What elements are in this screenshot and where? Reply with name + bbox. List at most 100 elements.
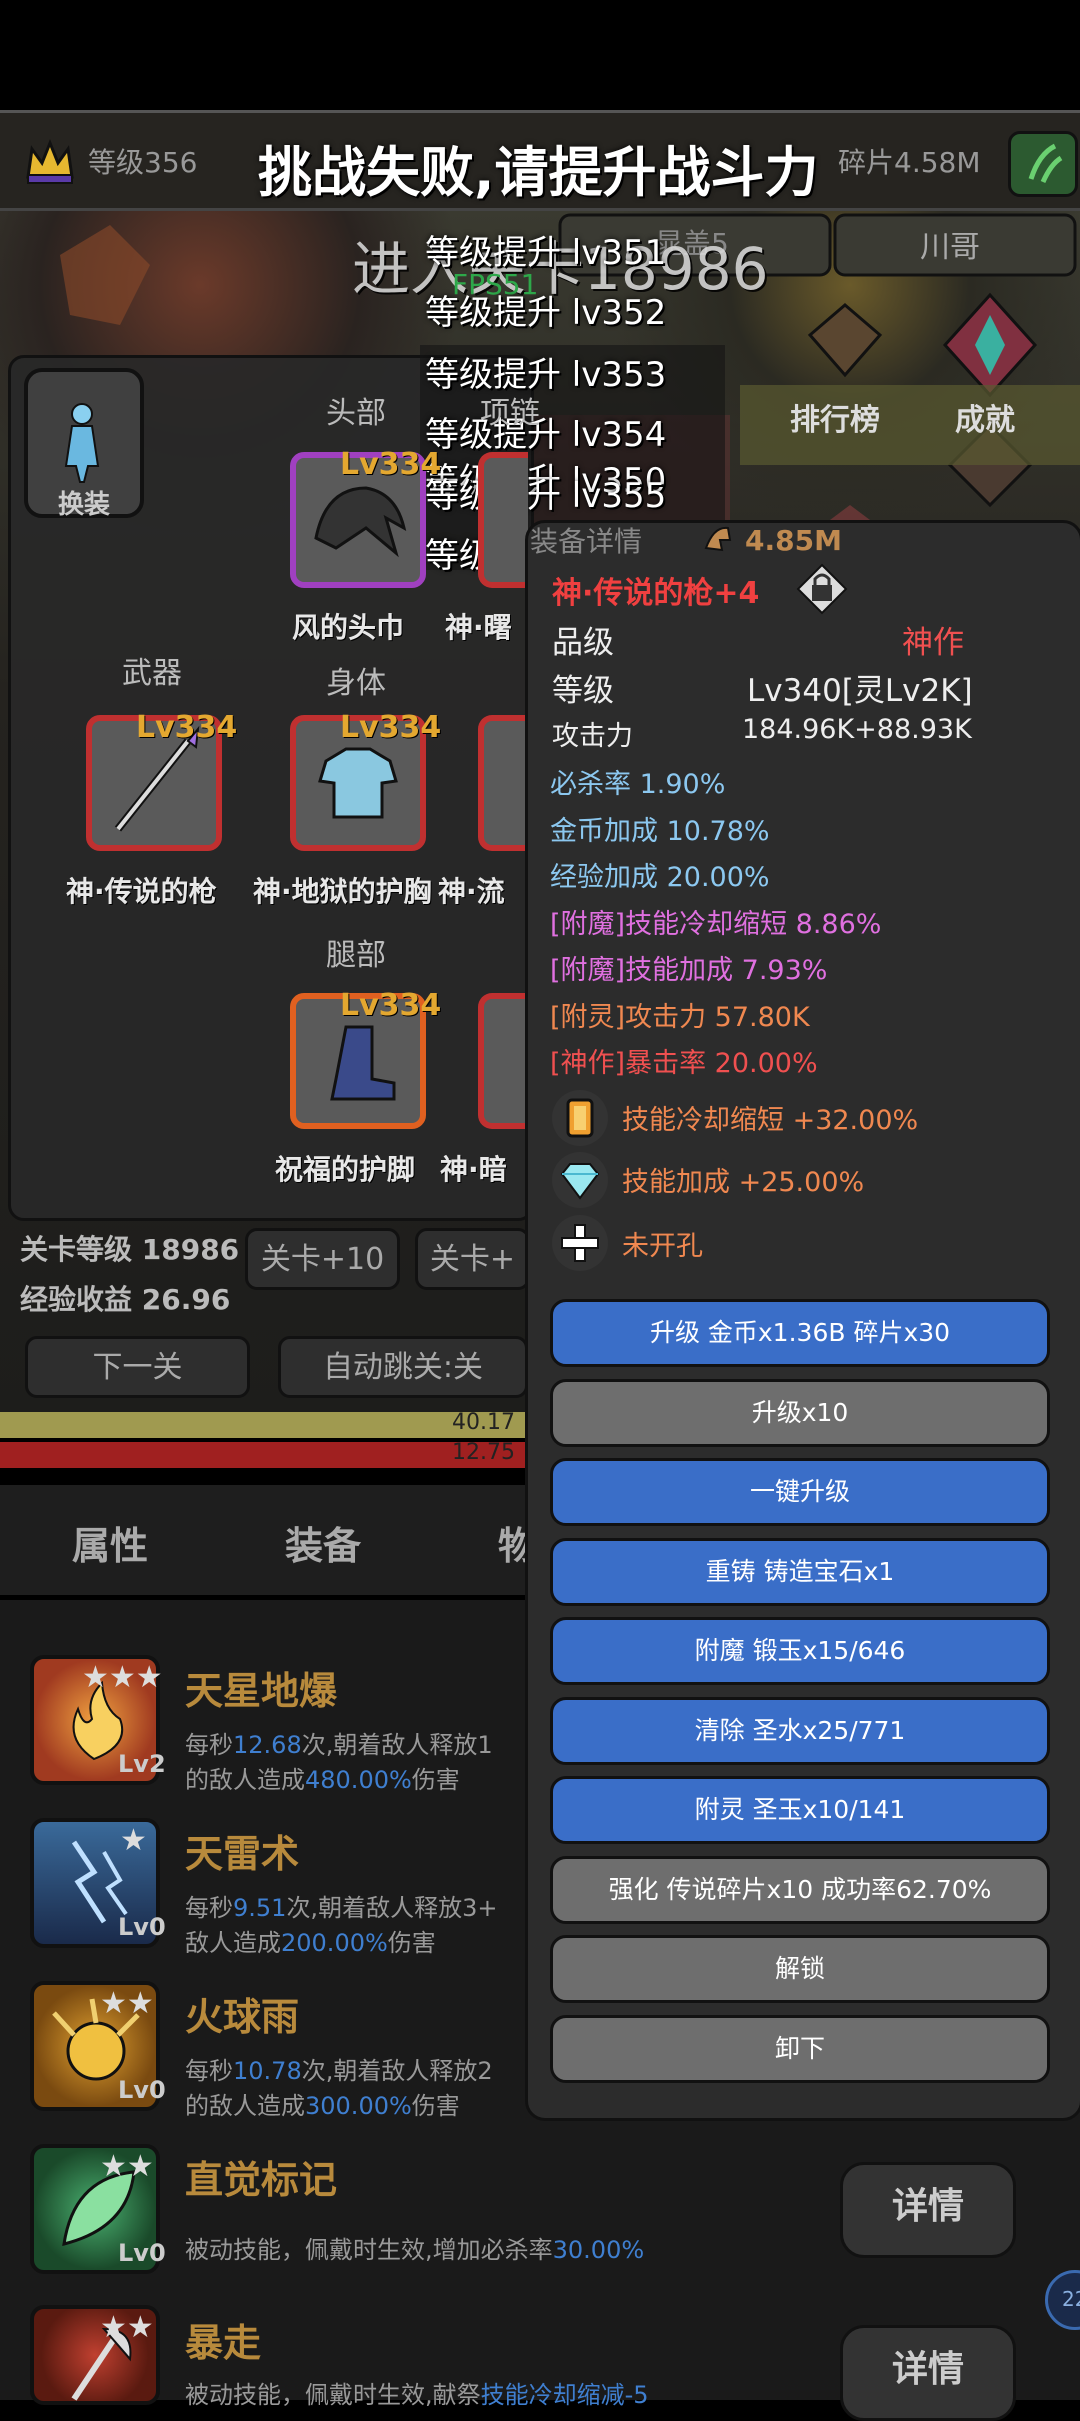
tab-attributes[interactable]: 属性 (72, 1515, 148, 1570)
level-up-message: 等级提升 lv353 (425, 355, 667, 395)
floating-badge-text: 22 (1062, 2287, 1080, 2311)
skill-name: 天星地爆 (185, 1669, 338, 1713)
change-outfit-button[interactable]: 换装 (24, 368, 144, 520)
action-button[interactable]: 一键升级 (550, 1458, 1050, 1526)
diamond-icon (552, 1152, 608, 1208)
level-value: Lv340[灵Lv2K] (747, 673, 973, 709)
stage-plus-10-button[interactable]: 关卡+10 (245, 1228, 400, 1290)
item-stat: 必杀率 1.90% (550, 769, 726, 800)
slot-level-legs: Lv334 (340, 988, 442, 1023)
gem-text: 技能加成 +25.00% (622, 1167, 865, 1198)
slot-name-body: 神·地狱的护胸 (253, 875, 432, 908)
level-up-message: 等级提升 lv354 (425, 415, 667, 455)
action-button[interactable]: 卸下 (550, 2014, 1050, 2083)
person-icon (64, 403, 100, 483)
action-button[interactable]: 解锁 (550, 1935, 1050, 2003)
slot-name-legs: 祝福的护脚 (275, 1153, 416, 1186)
slot-name-partial-2: 神·暗 (440, 1153, 507, 1186)
user-name-button[interactable]: 川哥 (920, 222, 980, 266)
achievement-label[interactable]: 成就 (955, 395, 1015, 439)
item-stat: [附灵]攻击力 57.80K (550, 1001, 810, 1033)
equip-slot-necklace[interactable] (478, 452, 528, 588)
menu-icon[interactable] (1008, 131, 1078, 197)
slot-name-necklace: 神·曙 (445, 611, 512, 644)
slot-level-weapon: Lv334 (136, 710, 238, 745)
action-button[interactable]: 重铸 铸造宝石x1 (550, 1537, 1050, 1606)
skill-stars: ★★ (100, 2310, 154, 2345)
stage-plus-button[interactable]: 关卡+ (415, 1228, 530, 1290)
slot-category-body: 身体 (326, 666, 386, 701)
skill-name: 火球雨 (185, 1995, 300, 2039)
tab-equipment[interactable]: 装备 (285, 1515, 361, 1570)
skill-stars: ★★★ (82, 1660, 163, 1695)
skill-level: Lv2 (118, 1750, 166, 1778)
skill-description: 每秒9.51次,朝着敌人释放3+ (185, 1894, 498, 1922)
equip-slot-partial[interactable] (478, 715, 528, 851)
skill-stars: ★★ (100, 2149, 154, 2184)
equip-slot-partial-2[interactable] (478, 993, 528, 1129)
slot-category-legs: 腿部 (326, 938, 386, 973)
skill-stars: ★ (120, 1823, 147, 1858)
grade-label: 品级 (552, 625, 614, 661)
player-level: 等级356 (88, 146, 198, 179)
skill-name: 暴走 (185, 2321, 262, 2365)
slot-category-weapon: 武器 (122, 656, 182, 691)
skill-description-line2: 的敌人造成300.00%伤害 (185, 2092, 460, 2120)
item-stat: 金币加成 10.78% (550, 815, 770, 847)
details-button[interactable]: 详情 (840, 2162, 1016, 2258)
orange-gem-icon (552, 1090, 608, 1146)
action-button[interactable]: 强化 传说碎片x10 成功率62.70% (550, 1855, 1050, 1924)
item-title: 神·传说的枪+4 (552, 576, 760, 611)
challenge-failed-message: 挑战失败,请提升战斗力 (258, 141, 819, 204)
status-area (0, 0, 1080, 110)
skill-description: 被动技能，佩戴时生效,增加必杀率30.00% (185, 2236, 645, 2264)
skill-name: 天雷术 (185, 1832, 300, 1876)
item-stat: 经验加成 20.00% (550, 862, 770, 893)
item-stat: [附魔]技能冷却缩短 8.86% (550, 908, 882, 940)
plus-icon[interactable] (552, 1215, 608, 1271)
auto-jump-toggle[interactable]: 自动跳关:关 (278, 1336, 528, 1398)
slot-name-head: 风的头巾 (292, 611, 405, 644)
slot-category-head: 头部 (326, 396, 386, 431)
change-outfit-label: 换装 (57, 490, 110, 520)
shard-count: 碎片4.58M (838, 146, 981, 179)
stage-level: 关卡等级 18986 (20, 1233, 240, 1266)
skill-description: 每秒12.68次,朝着敌人释放1 (185, 1731, 493, 1759)
grade-value: 神作 (902, 625, 964, 661)
next-stage-button[interactable]: 下一关 (25, 1336, 250, 1398)
skill-description: 每秒10.78次,朝着敌人释放2 (185, 2057, 493, 2085)
power-icon (700, 518, 740, 558)
level-up-message: 等级提升 lv355 (425, 476, 667, 516)
slot-name-partial: 神·流 (438, 875, 505, 908)
skill-level: Lv0 (118, 2076, 166, 2104)
ranking-label[interactable]: 排行榜 (790, 395, 880, 439)
skill-name: 直觉标记 (185, 2158, 338, 2202)
attack-label: 攻击力 (552, 721, 633, 752)
popup-header-label: 装备详情 (530, 525, 643, 558)
attack-value: 184.96K+88.93K (742, 714, 972, 745)
slot-level-head: Lv334 (340, 447, 442, 482)
action-button[interactable]: 附灵 圣玉x10/141 (550, 1776, 1050, 1844)
level-up-message: 等级提升 lv352 (425, 293, 667, 333)
action-button[interactable]: 清除 圣水x25/771 (550, 1696, 1050, 1765)
gem-text: 未开孔 (622, 1231, 703, 1262)
skill-description-line2: 敌人造成200.00%伤害 (185, 1929, 436, 1957)
action-button[interactable]: 附魔 锻玉x15/646 (550, 1617, 1050, 1685)
skill-level: Lv0 (118, 2239, 166, 2267)
skill-stars: ★★ (100, 1986, 154, 2021)
skill-description: 被动技能，佩戴时生效,献祭技能冷却缩减-5 (185, 2381, 649, 2409)
slot-level-body: Lv334 (340, 710, 442, 745)
skill-description-line2: 的敌人造成480.00%伤害 (185, 1766, 460, 1794)
power-value: 4.85M (745, 524, 842, 557)
exp-bar-value: 40.17 (452, 1410, 515, 1435)
level-up-message: 等级提升 lv351 (425, 233, 667, 273)
slot-category-necklace: 项链 (480, 396, 540, 431)
lock-icon[interactable] (796, 563, 848, 615)
exp-gain: 经验收益 26.96 (20, 1283, 231, 1316)
item-stat: [附魔]技能加成 7.93% (550, 955, 828, 986)
details-button[interactable]: 详情 (840, 2325, 1016, 2421)
level-label: 等级 (552, 673, 614, 709)
item-stat: [神作]暴击率 20.00% (550, 1048, 818, 1079)
action-button[interactable]: 升级 金币x1.36B 碎片x30 (550, 1299, 1050, 1367)
action-button[interactable]: 升级x10 (550, 1378, 1050, 1447)
